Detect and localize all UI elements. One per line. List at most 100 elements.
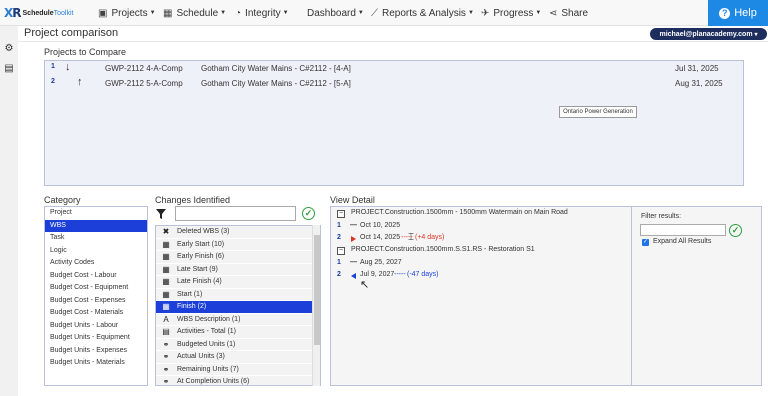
change-item-label: Early Start (10) xyxy=(177,240,225,248)
app-logo[interactable]: XR ScheduleToolkit xyxy=(4,4,73,22)
category-item[interactable]: Budget Units - Equipment xyxy=(45,332,147,345)
category-item[interactable]: WBS xyxy=(45,219,147,232)
changes-scrollbar[interactable] xyxy=(312,225,320,386)
compare-row[interactable]: 1 ↓ GWP-2112 4-A-Comp Gotham City Water … xyxy=(45,61,743,76)
change-item[interactable]: ⚭ At Completion Units (6) xyxy=(156,376,320,386)
check-circle-icon[interactable]: ✓ xyxy=(729,224,742,237)
category-item[interactable]: Budget Cost - Equipment xyxy=(45,282,147,295)
divider xyxy=(18,41,768,42)
category-item[interactable]: Budget Cost - Materials xyxy=(45,307,147,320)
category-item[interactable]: Project xyxy=(45,207,147,220)
change-item[interactable]: ⚭ Budgeted Units (1) xyxy=(156,338,320,351)
dash-icon: — xyxy=(350,222,357,229)
nav-integrity[interactable]: ◔ Integrity ▼ xyxy=(235,0,289,26)
triangle-right-icon xyxy=(351,236,356,242)
gear-icon[interactable]: ⚙ xyxy=(4,44,14,54)
tooltip: Ontario Power Generation xyxy=(559,106,637,118)
caret-down-icon: ▼ xyxy=(282,10,289,16)
expand-all-checkbox[interactable]: ✓ xyxy=(642,239,649,246)
caret-down-icon: ▼ xyxy=(357,10,364,16)
compare-row[interactable]: 2 ↑ GWP-2112 5-A-Comp Gotham City Water … xyxy=(45,76,743,91)
scrollbar-thumb[interactable] xyxy=(314,235,320,345)
change-type-icon: A xyxy=(163,314,169,324)
running-icon: ✈ xyxy=(481,7,490,19)
changes-filter-input[interactable] xyxy=(175,206,296,221)
change-item-label: Remaining Units (7) xyxy=(177,365,239,373)
change-type-icon: ▦ xyxy=(162,289,170,299)
question-icon: ? xyxy=(719,7,731,19)
top-navbar: XR ScheduleToolkit ▣ Projects ▼ ▦ Schedule ▼… xyxy=(0,0,768,26)
pointer-cursor-icon: ↖ xyxy=(360,279,370,291)
detail-row: 1 — Aug 25, 2027 xyxy=(337,259,402,266)
change-type-icon: ⚭ xyxy=(162,377,170,386)
arrow-up-icon[interactable]: ↑ xyxy=(77,76,83,88)
change-item[interactable]: ▤ Activities - Total (1) xyxy=(156,326,320,339)
change-item-label: Start (1) xyxy=(177,290,203,298)
collapse-icon[interactable]: − xyxy=(337,247,345,255)
category-item[interactable]: Budget Units - Expenses xyxy=(45,345,147,358)
category-item[interactable]: Task xyxy=(45,232,147,245)
change-item[interactable]: A WBS Description (1) xyxy=(156,313,320,326)
category-label: Category xyxy=(44,195,81,205)
change-item[interactable]: ▦ Start (1) xyxy=(156,288,320,301)
change-item[interactable]: ⚭ Actual Units (3) xyxy=(156,351,320,364)
projects-to-compare-panel: 1 ↓ GWP-2112 4-A-Comp Gotham City Water … xyxy=(44,60,744,186)
view-detail-label: View Detail xyxy=(330,195,375,205)
nav-projects[interactable]: ▣ Projects ▼ xyxy=(98,0,156,26)
change-item[interactable]: ▦ Early Finish (6) xyxy=(156,251,320,264)
arrow-down-icon[interactable]: ↓ xyxy=(65,61,71,73)
change-type-icon: ⚭ xyxy=(162,352,170,361)
category-item[interactable]: Budget Units - Labour xyxy=(45,320,147,333)
category-item[interactable]: Logic xyxy=(45,245,147,258)
triangle-left-icon xyxy=(351,273,356,279)
change-type-icon: ▤ xyxy=(162,327,170,336)
change-item-label: WBS Description (1) xyxy=(177,315,241,323)
filter-icon xyxy=(156,209,166,219)
caret-down-icon: ▼ xyxy=(467,10,474,16)
help-button[interactable]: ? Help xyxy=(708,0,768,26)
category-item[interactable]: Activity Codes xyxy=(45,257,147,270)
caret-down-icon: ▼ xyxy=(149,10,156,16)
change-item[interactable]: ▦ Early Start (10) xyxy=(156,238,320,251)
category-item[interactable]: Budget Cost - Labour xyxy=(45,270,147,283)
change-item[interactable]: ▦ Finish (2) xyxy=(156,301,320,314)
changes-list[interactable]: ✖ Deleted WBS (3) ▦ Early Start (10) ▦ Early … xyxy=(155,225,321,386)
change-item-label: Activities - Total (1) xyxy=(177,328,236,335)
changes-identified-label: Changes Identified xyxy=(155,195,231,205)
nav-progress[interactable]: ✈ Progress ▼ xyxy=(481,0,541,26)
calendar-icon: ▦ xyxy=(163,7,173,19)
category-list[interactable]: Project WBS Task Logic Activity Codes Budget … xyxy=(44,206,148,386)
category-item[interactable]: Budget Cost - Expenses xyxy=(45,295,147,308)
user-menu[interactable]: michael@planacademy.com ▾ xyxy=(650,28,767,40)
nav-schedule[interactable]: ▦ Schedule ▼ xyxy=(163,0,226,26)
category-item[interactable]: Budget Units - Materials xyxy=(45,357,147,370)
logo-text: ScheduleToolkit xyxy=(22,9,74,17)
document-icon[interactable]: ▤ xyxy=(4,64,14,74)
logo-mark: XR xyxy=(4,6,22,20)
change-item[interactable]: ⚭ Remaining Units (7) xyxy=(156,363,320,376)
caret-down-icon: ▼ xyxy=(220,10,227,16)
detail-group-title: PROJECT.Construction.1500mm - 1500mm Wat… xyxy=(351,209,568,216)
caret-down-icon: ▼ xyxy=(535,10,542,16)
change-type-icon: ▦ xyxy=(162,252,170,261)
change-item-label: Early Finish (6) xyxy=(177,253,225,260)
change-type-icon: ▦ xyxy=(162,239,170,249)
left-sidebar: ⚙ ▤ xyxy=(0,26,18,396)
change-item[interactable]: ▦ Late Finish (4) xyxy=(156,276,320,289)
nav-share[interactable]: ⋖ Share xyxy=(549,0,588,26)
nav-dashboard[interactable]: Dashboard ▼ xyxy=(307,0,364,26)
change-type-icon: ▦ xyxy=(162,302,170,311)
collapse-icon[interactable]: − xyxy=(337,210,345,218)
change-item-label: Late Start (9) xyxy=(177,265,218,273)
check-circle-icon[interactable]: ✓ xyxy=(302,207,315,220)
detail-row: 1 — Oct 10, 2025 xyxy=(337,222,401,229)
change-item-label: At Completion Units (6) xyxy=(177,378,250,385)
change-item[interactable]: ▦ Late Start (9) xyxy=(156,263,320,276)
filter-results-input[interactable] xyxy=(640,224,726,236)
change-item[interactable]: ✖ Deleted WBS (3) xyxy=(156,226,320,239)
gauge-icon: ◔ xyxy=(235,7,242,19)
change-type-icon: ⚭ xyxy=(162,339,170,349)
change-item-label: Late Finish (4) xyxy=(177,278,222,285)
change-type-icon: ⚭ xyxy=(162,364,170,374)
nav-reports[interactable]: ⟋ Reports & Analysis ▼ xyxy=(371,0,474,26)
